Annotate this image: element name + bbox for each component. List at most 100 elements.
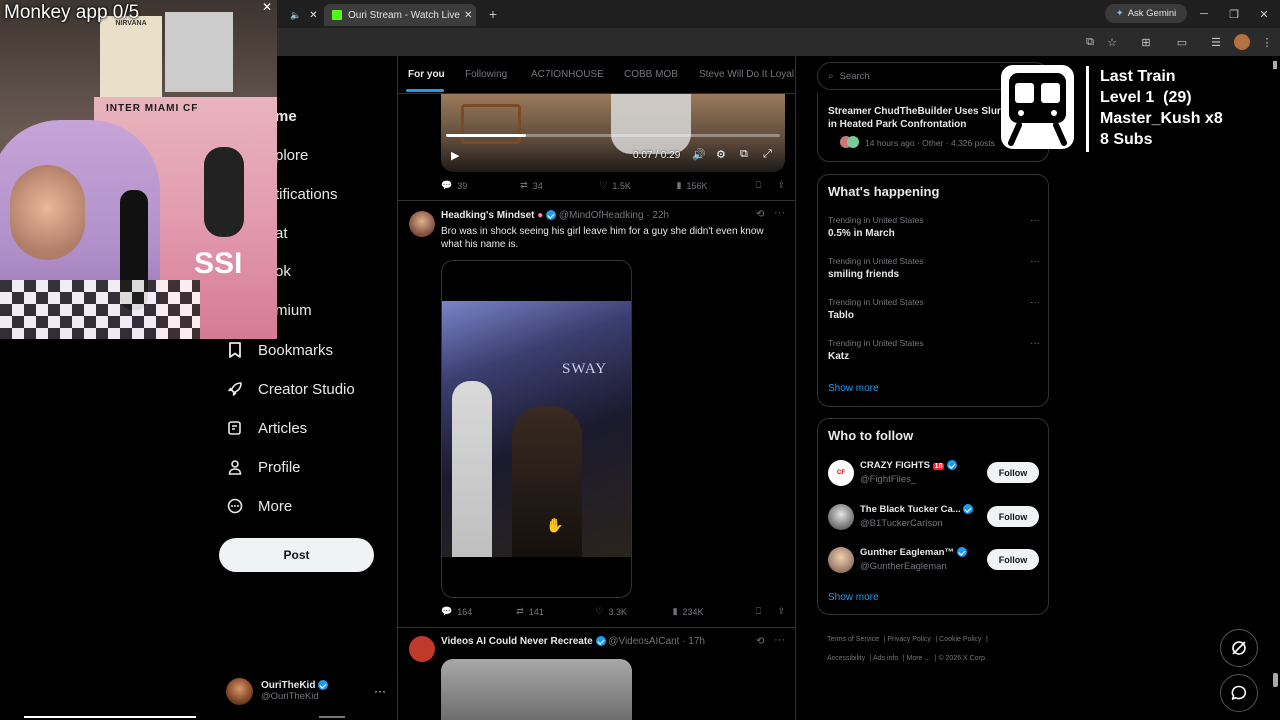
reading-list-icon[interactable]: ☰	[1208, 34, 1224, 50]
verified-badge-icon	[963, 504, 974, 515]
views-button[interactable]: ▮ 156K	[677, 180, 756, 191]
sidebar-item-home[interactable]: me	[275, 108, 297, 125]
play-icon[interactable]: ▶	[451, 149, 459, 162]
follow-button[interactable]: Follow	[987, 462, 1039, 483]
post-media[interactable]	[441, 659, 632, 720]
trend-item[interactable]: Trending in United States smiling friend…	[828, 256, 1040, 280]
maximize-window-icon[interactable]: ❐	[1226, 6, 1242, 22]
fullscreen-icon[interactable]: ⤢	[763, 148, 772, 161]
video-progress-track[interactable]	[446, 134, 780, 137]
follow-button[interactable]: Follow	[987, 549, 1039, 570]
like-button[interactable]: ♡ 1.5K	[599, 180, 676, 191]
author-handle[interactable]: @VideosAICant · 17h	[608, 636, 705, 647]
scroll-up-arrow[interactable]	[1273, 61, 1277, 69]
footer-ads-link[interactable]: Ads info	[873, 655, 898, 662]
avatar[interactable]	[409, 636, 435, 662]
repost-button[interactable]: ⇄ 34	[520, 180, 599, 191]
share-button[interactable]: ⇪	[777, 180, 785, 191]
author-name[interactable]: Videos AI Could Never Recreate	[441, 636, 593, 647]
author-name[interactable]: Headking's Mindset	[441, 210, 535, 221]
sidebar-item-explore[interactable]: plore	[275, 147, 308, 164]
post-more-icon[interactable]: ···	[774, 207, 785, 219]
footer-cookie-link[interactable]: Cookie Policy	[939, 636, 981, 643]
footer-terms-link[interactable]: Terms of Service	[827, 636, 879, 643]
sidebar-item-premium[interactable]: mium	[275, 302, 312, 319]
trend-item[interactable]: Trending in United States Katz ···	[828, 338, 1040, 362]
new-tab-button[interactable]: +	[484, 6, 502, 22]
tab-active[interactable]: Ouri Stream - Watch Live on Kic ✕	[324, 4, 476, 26]
tab-for-you[interactable]: For you	[408, 69, 445, 80]
extensions-icon[interactable]: ⊞	[1138, 34, 1154, 50]
sidebar-item-grok[interactable]: ok	[275, 263, 291, 280]
footer-accessibility-link[interactable]: Accessibility	[827, 655, 865, 662]
account-switcher[interactable]: OuriTheKid @OuriTheKid ···	[226, 674, 386, 708]
video-time: 0:07 / 0:29	[633, 150, 681, 161]
grok-icon[interactable]: ⟲	[756, 209, 764, 220]
speaker-icon[interactable]: 🔈	[290, 10, 301, 21]
avatar[interactable]	[409, 211, 435, 237]
sidebar-item-more[interactable]: More	[226, 497, 292, 515]
page-scrollbar[interactable]	[1270, 56, 1280, 720]
post-video[interactable]: SWAY ✋	[441, 260, 632, 598]
sidebar-item-notifications[interactable]: tifications	[275, 186, 338, 203]
follow-suggestion[interactable]: CF CRAZY FIGHTS 18 @FightFiles_ Follow	[828, 459, 1040, 489]
trend-more-icon[interactable]: ···	[1030, 297, 1040, 308]
post[interactable]: Videos AI Could Never Recreate @VideosAI…	[398, 628, 795, 720]
side-panel-icon[interactable]: ▭	[1174, 34, 1190, 50]
follow-suggestion[interactable]: The Black Tucker Ca... @B1TuckerCarlson …	[828, 503, 1040, 533]
tab-steve-will-do-it[interactable]: Steve Will Do It Loyal	[699, 69, 795, 80]
grok-icon[interactable]: ⟲	[756, 636, 764, 647]
sidebar-item-creator-studio[interactable]: Creator Studio	[226, 380, 355, 398]
follow-suggestion[interactable]: Gunther Eagleman™ @GuntherEagleman Follo…	[828, 546, 1040, 576]
author-handle[interactable]: @MindOfHeadking · 22h	[559, 210, 669, 221]
footer-more-link[interactable]: More ...	[906, 655, 930, 662]
views-button[interactable]: ▮ 234K	[673, 606, 756, 617]
bookmark-star-icon[interactable]: ☆	[1104, 34, 1120, 50]
trend-more-icon[interactable]: ···	[1030, 256, 1040, 267]
video-player[interactable]: ▶ 0:07 / 0:29 🔊 ⚙ ⧉ ⤢	[441, 94, 785, 172]
account-more-icon[interactable]: ···	[374, 684, 386, 698]
sidebar-item-profile[interactable]: Profile	[226, 458, 301, 476]
install-app-icon[interactable]: ⧉	[1082, 34, 1098, 50]
tab-ac7ionhouse[interactable]: AC7IONHOUSE	[531, 69, 604, 80]
poster-nirvana: NIRVANA	[100, 16, 162, 98]
bookmark-button[interactable]: ⎕	[756, 180, 778, 191]
browser-profile-avatar[interactable]	[1234, 34, 1250, 50]
settings-gear-icon[interactable]: ⚙	[716, 148, 726, 161]
grok-floating-button[interactable]	[1220, 629, 1258, 667]
trend-more-icon[interactable]: ···	[1030, 338, 1040, 349]
show-more-link[interactable]: Show more	[828, 592, 879, 603]
picture-in-picture-icon[interactable]: ⧉	[740, 148, 748, 161]
scrollbar-thumb[interactable]	[1273, 673, 1278, 687]
tab-audio-controls[interactable]: 🔈 ✕	[290, 4, 322, 26]
post[interactable]: Headking's Mindset ● @MindOfHeadking · 2…	[398, 201, 795, 628]
follow-button[interactable]: Follow	[987, 506, 1039, 527]
volume-icon[interactable]: 🔊	[692, 148, 706, 161]
post-more-icon[interactable]: ···	[774, 634, 785, 646]
ask-gemini-button[interactable]: ✦ Ask Gemini	[1105, 4, 1187, 23]
tab-following[interactable]: Following	[465, 69, 507, 80]
tab-cobb-mob[interactable]: COBB MOB	[624, 69, 678, 80]
close-tab-icon[interactable]: ✕	[309, 10, 317, 21]
browser-menu-icon[interactable]: ⋮	[1260, 34, 1274, 50]
trend-item[interactable]: Trending in United States 0.5% in March …	[828, 215, 1040, 239]
close-window-icon[interactable]: ✕	[1256, 6, 1272, 22]
bookmark-button[interactable]: ⎕	[756, 606, 778, 617]
minimize-window-icon[interactable]: ─	[1196, 6, 1212, 22]
messages-floating-button[interactable]	[1220, 674, 1258, 712]
sidebar-item-articles[interactable]: Articles	[226, 419, 307, 437]
show-more-link[interactable]: Show more	[828, 383, 879, 394]
sidebar-item-bookmarks[interactable]: Bookmarks	[226, 341, 333, 359]
reply-button[interactable]: 💬 164	[441, 606, 516, 617]
section-title: What's happening	[828, 184, 940, 199]
repost-button[interactable]: ⇄ 141	[516, 606, 595, 617]
close-tab-icon[interactable]: ✕	[464, 10, 472, 21]
trend-item[interactable]: Trending in United States Tablo ···	[828, 297, 1040, 321]
share-button[interactable]: ⇪	[777, 606, 785, 617]
like-button[interactable]: ♡ 3.3K	[595, 606, 672, 617]
footer-privacy-link[interactable]: Privacy Policy	[887, 636, 931, 643]
reply-button[interactable]: 💬 39	[441, 180, 520, 191]
post-button[interactable]: Post	[219, 538, 374, 572]
active-tab-indicator	[406, 89, 444, 92]
trend-more-icon[interactable]: ···	[1030, 215, 1040, 226]
